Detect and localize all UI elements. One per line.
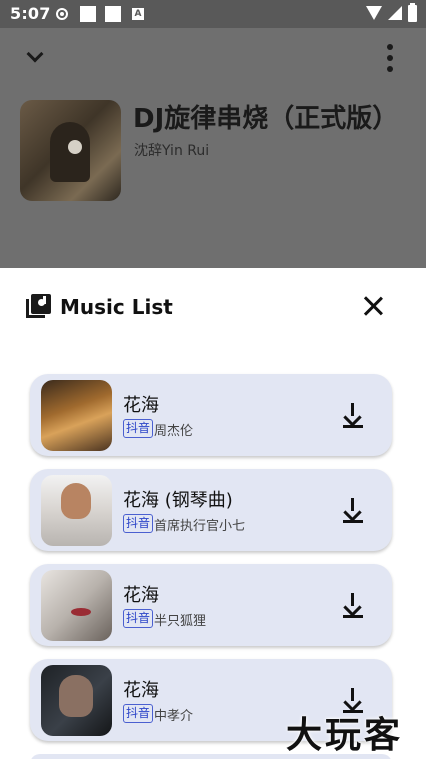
song-artist: 中孝介 [154, 709, 194, 724]
song-title: 花海 [123, 585, 159, 606]
song-artist: 半只狐狸 [154, 614, 207, 629]
now-playing-artist: 沈辞Yin Rui [134, 143, 210, 159]
download-icon[interactable] [341, 498, 365, 524]
wifi-icon [366, 6, 382, 20]
download-icon[interactable] [341, 403, 365, 429]
download-icon[interactable] [341, 593, 365, 619]
song-item[interactable]: 花海 抖音 周杰伦 [30, 374, 392, 456]
song-thumbnail [41, 475, 112, 546]
player-background: 5:07 A DJ旋律串烧（正式版） 沈辞Yin Rui [0, 0, 426, 268]
song-thumbnail [41, 665, 112, 736]
sheet-title: Music List [60, 295, 173, 319]
platform-badge: 抖音 [123, 704, 154, 723]
song-thumbnail [41, 570, 112, 641]
song-artist: 周杰伦 [154, 424, 194, 439]
song-title: 花海 [123, 395, 159, 416]
album-art[interactable] [20, 100, 121, 201]
record-icon [56, 8, 68, 20]
platform-badge: 抖音 [123, 609, 154, 628]
status-time: 5:07 [10, 4, 51, 23]
music-list-icon [26, 294, 51, 319]
song-artist: 首席执行官小七 [154, 519, 246, 534]
more-vert-icon[interactable] [384, 44, 396, 72]
song-title: 花海 (钢琴曲) [123, 490, 233, 511]
platform-badge: 抖音 [123, 514, 154, 533]
song-item[interactable]: 花海 (钢琴曲) 抖音 首席执行官小七 [30, 469, 392, 551]
chevron-down-icon[interactable] [22, 44, 48, 70]
platform-badge: 抖音 [123, 419, 154, 438]
song-title: 花海 [123, 680, 159, 701]
notification-icon [80, 6, 96, 22]
battery-icon [408, 3, 417, 22]
song-item[interactable]: 花海 抖音 半只狐狸 [30, 564, 392, 646]
notification-icon [105, 6, 121, 22]
song-list: 花海 抖音 周杰伦 花海 (钢琴曲) 抖音 首席执行官小七 花海 抖音 半只狐狸… [30, 374, 392, 754]
cell-signal-icon [388, 6, 402, 20]
song-thumbnail [41, 380, 112, 451]
close-icon[interactable] [362, 295, 384, 317]
status-bar: 5:07 A [0, 0, 426, 28]
text-notification-icon: A [132, 8, 144, 20]
music-list-sheet: Music List 花海 抖音 周杰伦 花海 (钢琴曲) 抖音 首席执行官小七 [0, 268, 426, 759]
watermark: 大玩客 [286, 714, 404, 756]
now-playing-title: DJ旋律串烧（正式版） [133, 104, 399, 134]
screen: 5:07 A DJ旋律串烧（正式版） 沈辞Yin Rui Music List [0, 0, 426, 759]
